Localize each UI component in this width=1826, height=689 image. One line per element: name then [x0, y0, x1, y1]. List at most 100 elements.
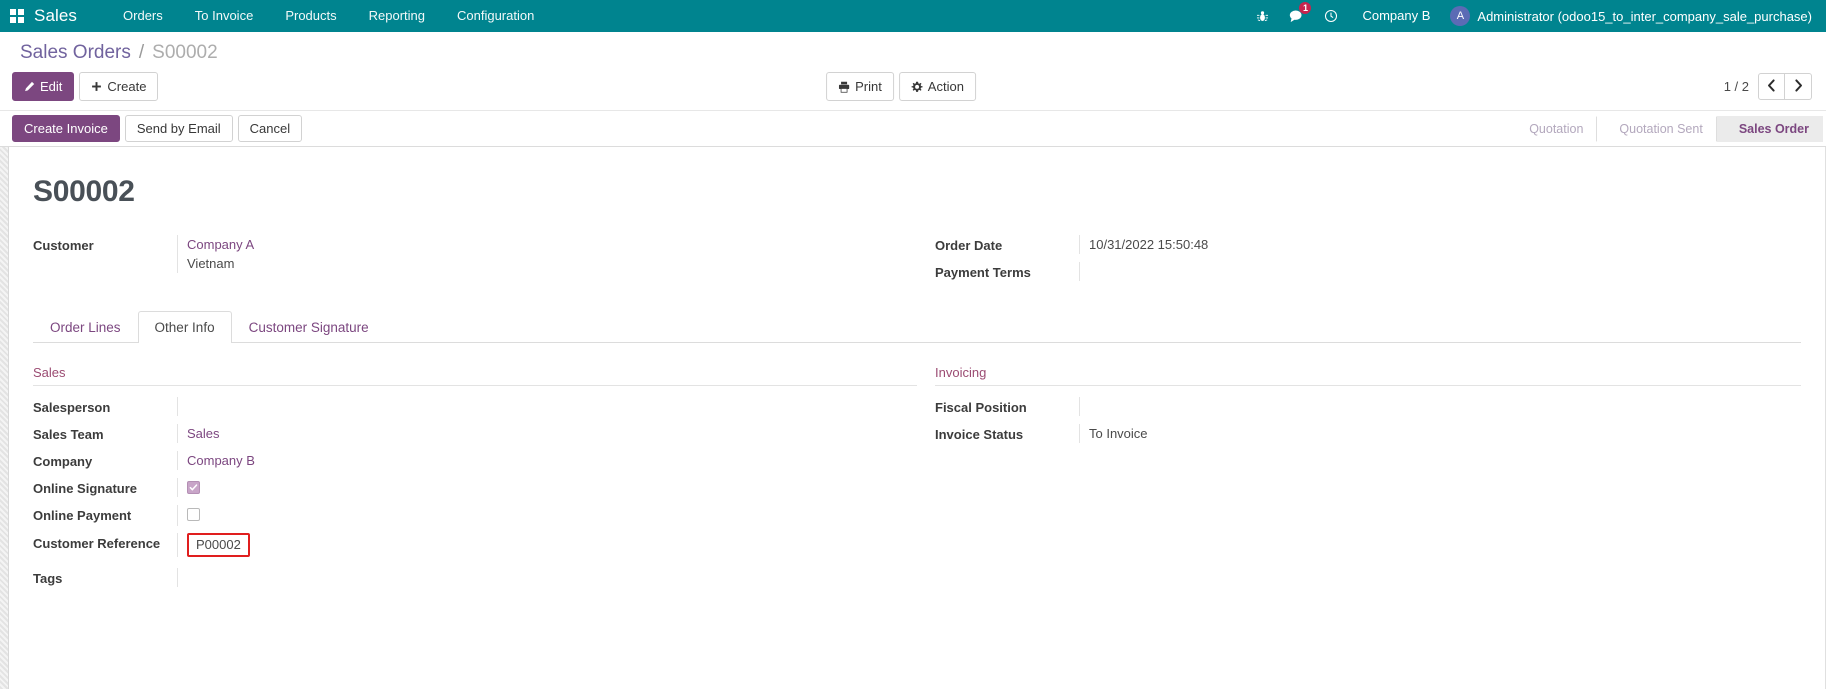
header-group-left: Customer Company A Vietnam — [33, 235, 917, 289]
field-customer-reference-cell: P00002 — [177, 533, 917, 557]
field-sales-team-label: Sales Team — [33, 427, 104, 442]
tab-other-info[interactable]: Other Info — [137, 311, 232, 343]
pager-next-button[interactable] — [1785, 73, 1812, 100]
print-button-label: Print — [855, 79, 882, 94]
nav-menu-reporting[interactable]: Reporting — [353, 0, 441, 32]
action-button-label: Action — [927, 79, 964, 94]
edit-button[interactable]: Edit — [12, 72, 75, 101]
field-fiscal-position: Fiscal Position — [935, 397, 1801, 417]
field-payment-terms-value[interactable] — [1079, 262, 1801, 281]
vertical-scrollbar[interactable] — [0, 147, 9, 689]
statusbar: Create Invoice Send by Email Cancel Quot… — [0, 111, 1826, 147]
nav-menu-orders[interactable]: Orders — [107, 0, 179, 32]
field-company-label: Company — [33, 454, 93, 469]
messages-icon[interactable]: 1 — [1279, 0, 1314, 32]
top-navbar: Sales Orders To Invoice Products Reporti… — [0, 0, 1826, 32]
field-company-value[interactable]: Company B — [177, 451, 917, 470]
send-by-email-button[interactable]: Send by Email — [124, 115, 233, 142]
messages-badge: 1 — [1299, 2, 1312, 14]
printer-icon — [838, 81, 850, 93]
field-salesperson-value[interactable] — [177, 397, 917, 416]
notebook-tabs: Order Lines Other Info Customer Signatur… — [33, 311, 1801, 343]
field-fiscal-position-value[interactable] — [1079, 397, 1801, 416]
center-action-buttons: Print Action — [826, 72, 976, 101]
status-stage-quotation-sent[interactable]: Quotation Sent — [1596, 115, 1717, 142]
field-invoice-status-label: Invoice Status — [935, 427, 1024, 442]
nav-menu-products[interactable]: Products — [269, 0, 352, 32]
field-sales-team-value[interactable]: Sales — [177, 424, 917, 443]
control-panel-buttons: Edit Create Print Action 1 / 2 — [0, 68, 1826, 110]
pager-count: 1 / 2 — [1723, 79, 1749, 94]
status-stage-quotation[interactable]: Quotation — [1515, 115, 1598, 142]
page-title: S00002 — [33, 175, 135, 208]
chevron-right-icon — [1794, 78, 1803, 95]
field-online-signature-value — [177, 478, 917, 497]
field-company: Company Company B — [33, 451, 917, 471]
bug-icon[interactable] — [1246, 0, 1279, 32]
create-button[interactable]: Create — [79, 72, 159, 101]
field-online-signature-label: Online Signature — [33, 481, 138, 496]
group-sales: Sales Salesperson Sales Team Sales Compa… — [33, 365, 917, 595]
field-customer-value[interactable]: Company A — [187, 235, 917, 254]
customer-reference-input[interactable]: P00002 — [187, 533, 250, 557]
company-switcher[interactable]: Company B — [1348, 0, 1444, 32]
field-online-signature: Online Signature — [33, 478, 917, 498]
field-online-payment-value — [177, 505, 917, 526]
avatar: A — [1450, 6, 1471, 26]
form-sheet: S00002 Customer Company A Vietnam Order … — [8, 147, 1826, 689]
status-pipeline: Quotation Quotation Sent Sales Order — [1515, 115, 1826, 142]
gear-icon — [911, 81, 923, 93]
activity-clock-icon[interactable] — [1314, 0, 1348, 32]
field-customer-value-block: Company A Vietnam — [177, 235, 917, 273]
field-salesperson: Salesperson — [33, 397, 917, 417]
field-tags-label: Tags — [33, 571, 63, 586]
group-invoicing: Invoicing Fiscal Position Invoice Status… — [917, 365, 1801, 595]
breadcrumb: Sales Orders / S00002 — [0, 32, 1826, 68]
field-customer-reference: Customer Reference P00002 — [33, 533, 917, 557]
nav-menu-configuration[interactable]: Configuration — [441, 0, 550, 32]
field-customer-reference-label: Customer Reference — [33, 536, 161, 551]
user-menu[interactable]: A Administrator (odoo15_to_inter_company… — [1444, 0, 1826, 32]
field-tags-value[interactable] — [177, 568, 917, 587]
online-signature-checkbox[interactable] — [187, 481, 200, 494]
field-fiscal-position-label: Fiscal Position — [935, 400, 1027, 415]
tab-order-lines[interactable]: Order Lines — [33, 311, 138, 343]
tab-customer-signature[interactable]: Customer Signature — [232, 311, 386, 343]
breadcrumb-root-sales-orders[interactable]: Sales Orders — [20, 42, 131, 64]
field-customer-country: Vietnam — [187, 256, 235, 271]
header-field-groups: Customer Company A Vietnam Order Date 10… — [33, 235, 1801, 289]
apps-grid-icon[interactable] — [0, 0, 34, 32]
plus-icon — [91, 81, 102, 92]
statusbar-action-buttons: Create Invoice Send by Email Cancel — [12, 115, 303, 142]
field-order-date-value[interactable]: 10/31/2022 15:50:48 — [1079, 235, 1801, 254]
section-title-invoicing: Invoicing — [935, 365, 1801, 386]
field-order-date-label: Order Date — [935, 238, 1003, 253]
create-invoice-button[interactable]: Create Invoice — [12, 115, 120, 142]
section-title-sales: Sales — [33, 365, 917, 386]
app-brand-sales[interactable]: Sales — [34, 6, 83, 26]
chevron-left-icon — [1767, 78, 1776, 95]
online-payment-checkbox[interactable] — [187, 508, 200, 521]
print-button[interactable]: Print — [826, 72, 894, 101]
field-invoice-status: Invoice Status To Invoice — [935, 424, 1801, 444]
action-button[interactable]: Action — [898, 72, 976, 101]
status-stage-sales-order[interactable]: Sales Order — [1715, 115, 1823, 142]
field-salesperson-label: Salesperson — [33, 400, 111, 415]
pager-previous-button[interactable] — [1758, 73, 1785, 100]
field-customer-label: Customer — [33, 238, 94, 253]
cancel-button[interactable]: Cancel — [237, 115, 303, 142]
header-group-right: Order Date 10/31/2022 15:50:48 Payment T… — [917, 235, 1801, 289]
field-order-date: Order Date 10/31/2022 15:50:48 — [935, 235, 1801, 255]
nav-menu-to-invoice[interactable]: To Invoice — [179, 0, 270, 32]
tab-pane-other-info: Sales Salesperson Sales Team Sales Compa… — [33, 343, 1801, 595]
field-payment-terms: Payment Terms — [935, 262, 1801, 282]
navbar-right-group: 1 Company B A Administrator (odoo15_to_i… — [1246, 0, 1826, 32]
field-online-payment: Online Payment — [33, 505, 917, 526]
user-name-label: Administrator (odoo15_to_inter_company_s… — [1477, 8, 1812, 24]
field-payment-terms-label: Payment Terms — [935, 265, 1031, 280]
breadcrumb-separator: / — [138, 42, 145, 63]
field-sales-team: Sales Team Sales — [33, 424, 917, 444]
create-button-label: Create — [107, 79, 147, 94]
field-invoice-status-value: To Invoice — [1079, 424, 1801, 443]
breadcrumb-current-record: S00002 — [152, 42, 218, 63]
